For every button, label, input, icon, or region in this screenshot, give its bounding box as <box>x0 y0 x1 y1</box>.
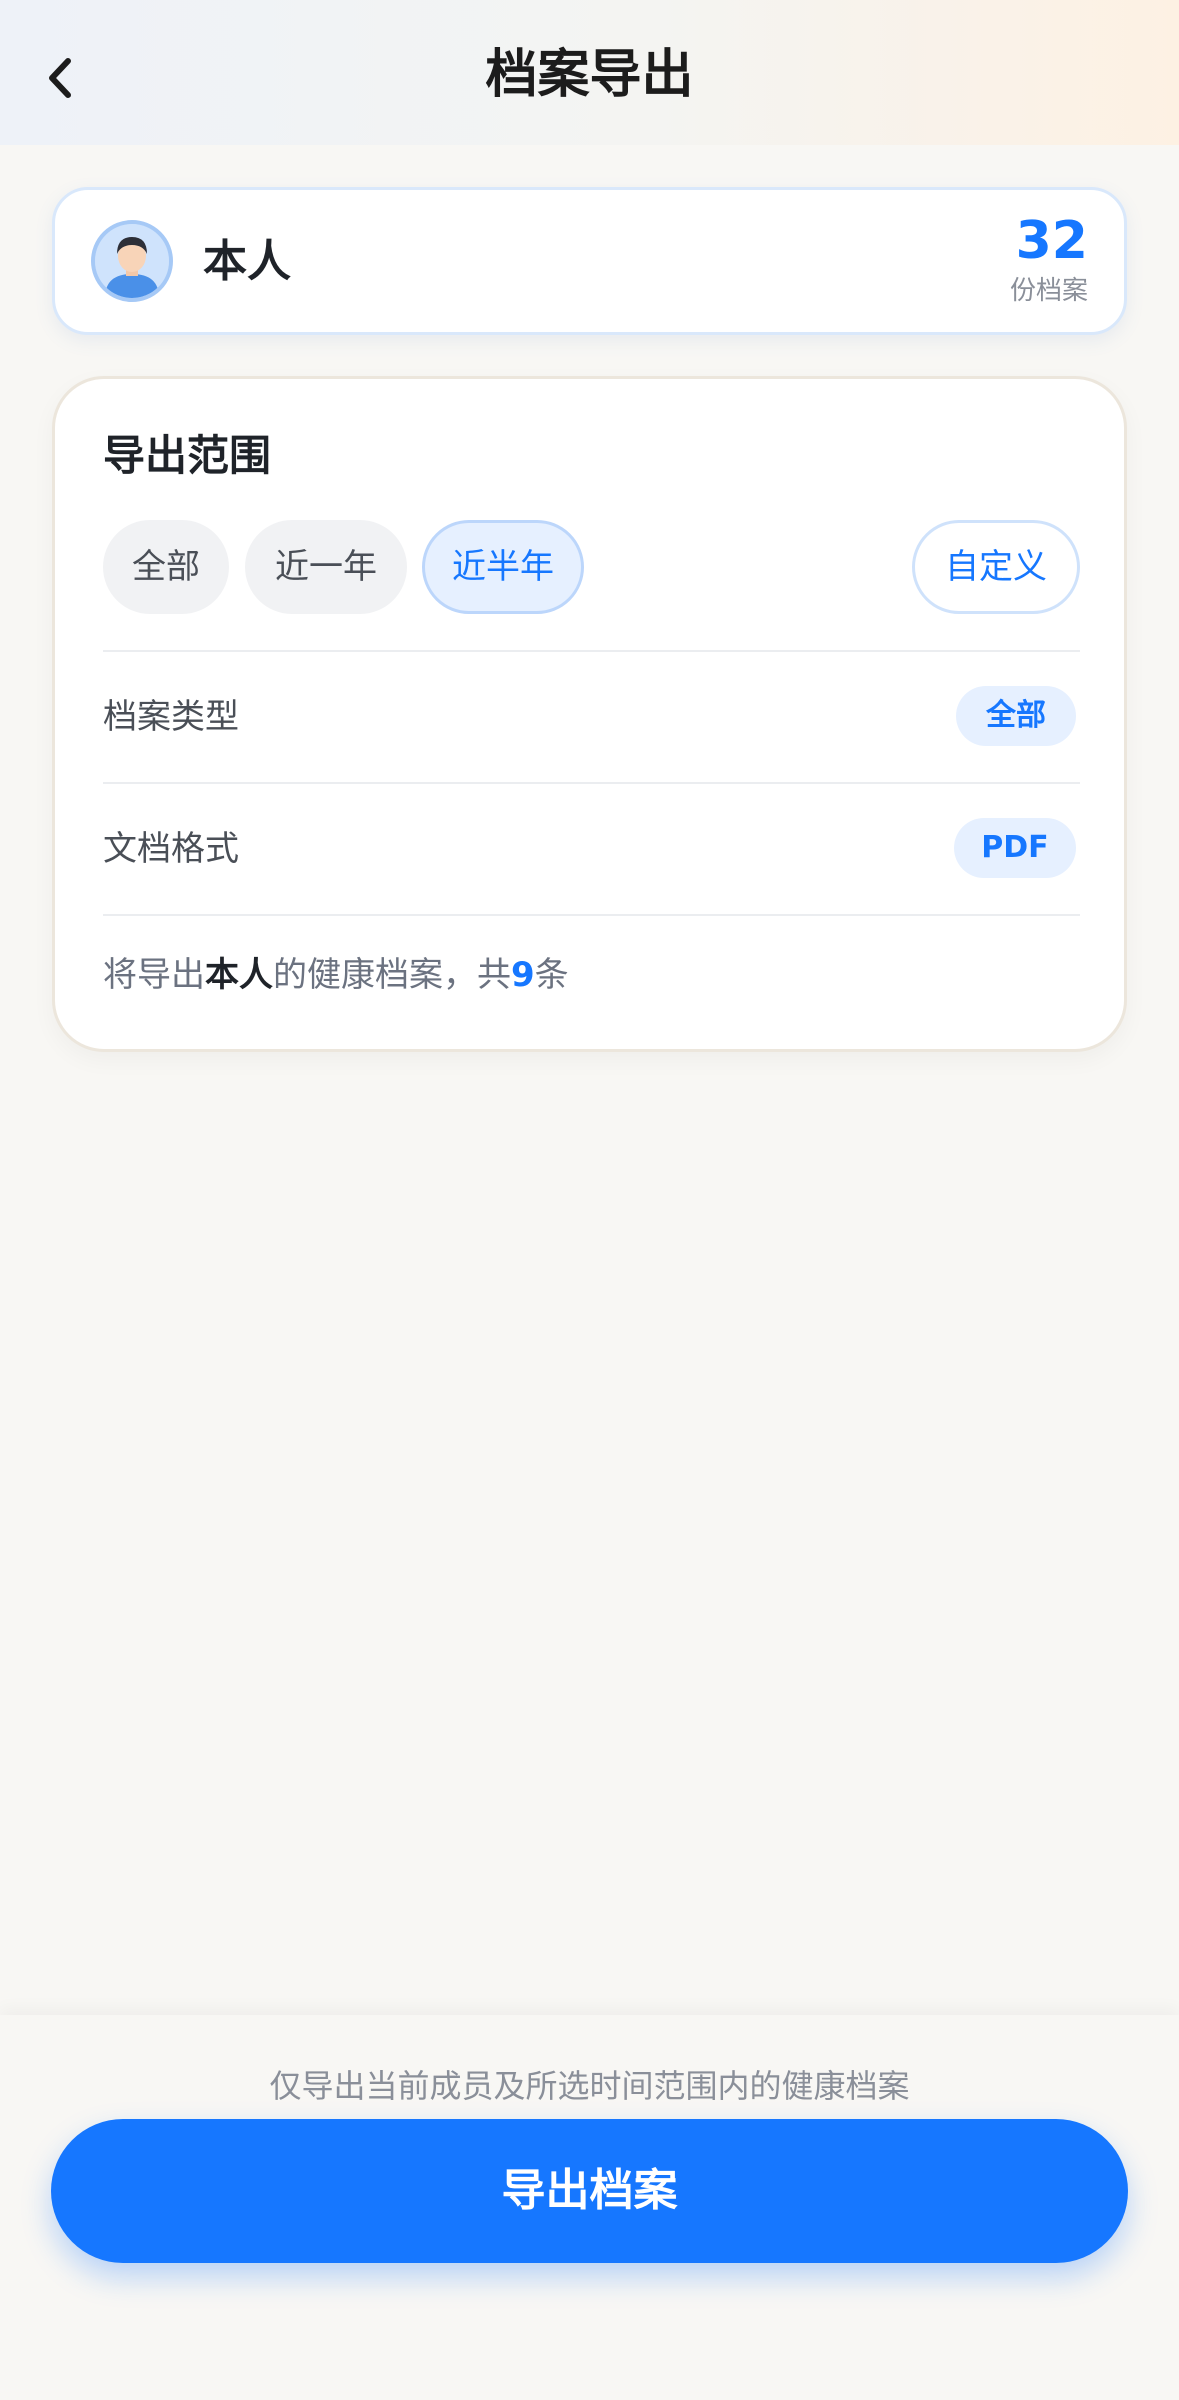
divider <box>103 914 1080 916</box>
bottom-bar: 仅导出当前成员及所选时间范围内的健康档案 导出档案 <box>0 2015 1179 2400</box>
summary-prefix: 将导出 <box>103 955 205 995</box>
export-range-card: 导出范围 全部 近一年 近半年 自定义 档案类型 全部 文档格式 PDF 将导出… <box>52 376 1127 1052</box>
record-count: 32 <box>1015 211 1088 271</box>
doc-format-label: 文档格式 <box>103 829 239 869</box>
range-option-last-half-year[interactable]: 近半年 <box>422 520 584 614</box>
range-option-all[interactable]: 全部 <box>103 520 229 614</box>
summary-count: 9 <box>511 955 535 995</box>
divider <box>103 782 1080 784</box>
doc-format-value[interactable]: PDF <box>954 818 1076 878</box>
member-name: 本人 <box>203 236 291 287</box>
archive-type-label: 档案类型 <box>103 697 239 737</box>
page-title: 档案导出 <box>485 45 694 105</box>
member-card[interactable]: 本人 32 份档案 <box>52 187 1127 335</box>
archive-type-value[interactable]: 全部 <box>956 686 1076 746</box>
section-title: 导出范围 <box>103 431 272 480</box>
export-summary: 将导出本人的健康档案，共9条 <box>103 952 569 998</box>
range-option-custom[interactable]: 自定义 <box>912 520 1080 614</box>
top-bar: 档案导出 <box>0 0 1179 145</box>
user-avatar-icon <box>91 220 173 302</box>
divider <box>103 650 1080 652</box>
export-button[interactable]: 导出档案 <box>51 2119 1128 2263</box>
summary-member: 本人 <box>205 955 273 995</box>
record-count-unit: 份档案 <box>1009 276 1088 306</box>
summary-suffix: 条 <box>534 955 569 995</box>
summary-middle: 的健康档案，共 <box>273 955 511 995</box>
range-option-last-year[interactable]: 近一年 <box>245 520 407 614</box>
footer-note: 仅导出当前成员及所选时间范围内的健康档案 <box>269 2067 910 2105</box>
